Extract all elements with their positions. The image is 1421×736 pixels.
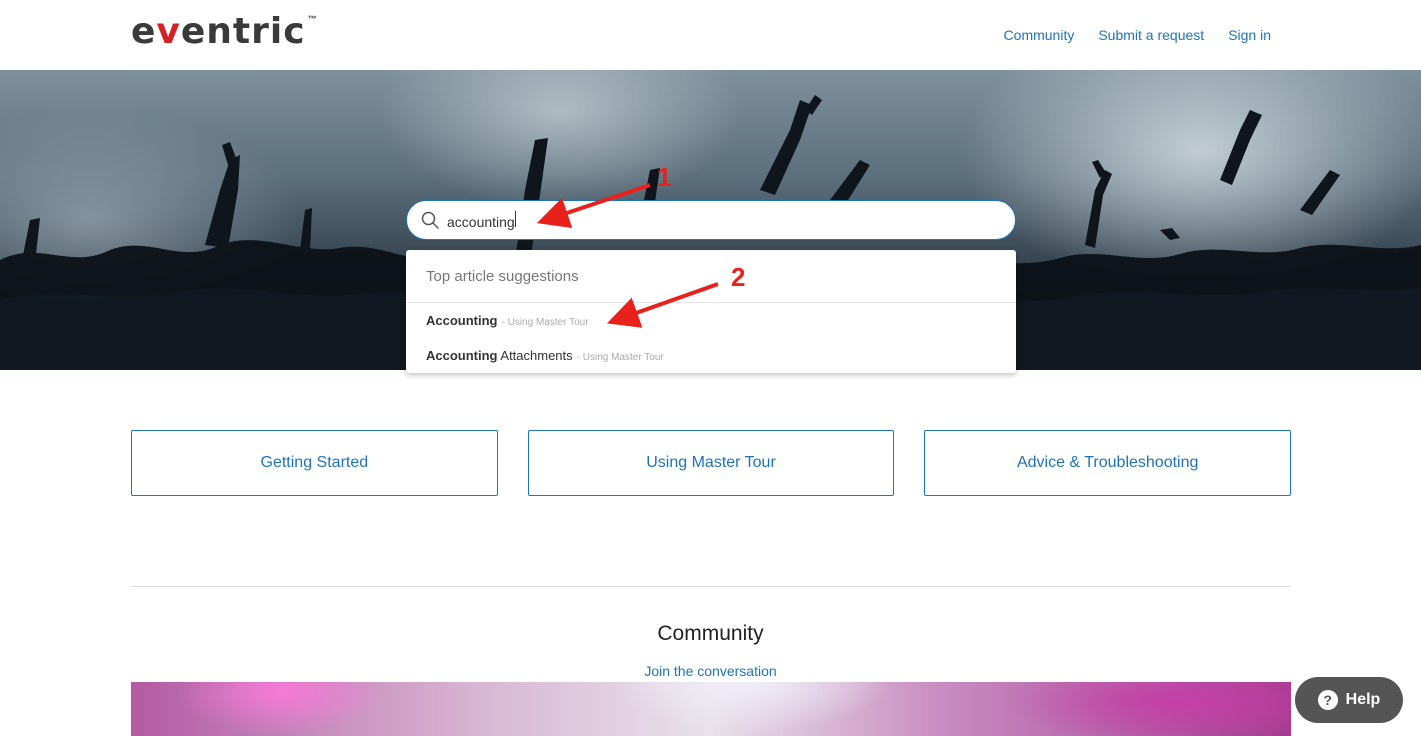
annotation-number-1: 1: [657, 162, 672, 192]
help-label: Help: [1345, 691, 1381, 708]
section-divider: [131, 586, 1291, 587]
suggestion-rest-text: Attachments: [497, 348, 573, 363]
suggestion-category: - Using Master Tour: [576, 352, 664, 363]
top-nav: Community Submit a request Sign in: [1004, 26, 1271, 44]
category-list: Getting Started Using Master Tour Advice…: [131, 430, 1292, 496]
site-header: eventric ™ Community Submit a request Si…: [0, 0, 1421, 70]
search-input[interactable]: accounting: [447, 210, 967, 230]
join-conversation-link[interactable]: Join the conversation: [0, 663, 1421, 679]
community-banner-image: [131, 682, 1291, 736]
suggestion-item-accounting[interactable]: Accounting - Using Master Tour: [406, 303, 1016, 338]
nav-submit-request-link[interactable]: Submit a request: [1098, 26, 1204, 44]
suggestion-category: - Using Master Tour: [501, 317, 589, 328]
suggestions-heading: Top article suggestions: [406, 250, 1016, 303]
search-value: accounting: [447, 213, 515, 230]
search-box[interactable]: accounting: [406, 200, 1016, 240]
annotation-number-2: 2: [731, 262, 746, 292]
suggestion-match-text: Accounting: [426, 313, 498, 328]
text-caret: [514, 210, 516, 227]
help-icon: ?: [1317, 690, 1338, 710]
category-advice-troubleshooting[interactable]: Advice & Troubleshooting: [924, 430, 1292, 496]
nav-sign-in-link[interactable]: Sign in: [1228, 26, 1271, 44]
search-suggestions-dropdown: Top article suggestions Accounting - Usin…: [406, 250, 1016, 373]
logo-text: eventric: [131, 11, 306, 52]
suggestion-match-text: Accounting: [426, 348, 498, 363]
nav-community-link[interactable]: Community: [1004, 26, 1075, 44]
category-getting-started[interactable]: Getting Started: [131, 430, 498, 496]
search-icon: [421, 211, 439, 229]
eventric-logo[interactable]: eventric ™: [131, 12, 317, 52]
category-using-master-tour[interactable]: Using Master Tour: [527, 430, 895, 496]
logo-accent-letter: v: [156, 11, 181, 52]
community-title: Community: [657, 622, 764, 645]
logo-trademark: ™: [307, 14, 317, 24]
help-button[interactable]: ? Help: [1295, 677, 1403, 723]
suggestion-item-accounting-attachments[interactable]: Accounting Attachments - Using Master Tou…: [406, 338, 1016, 373]
